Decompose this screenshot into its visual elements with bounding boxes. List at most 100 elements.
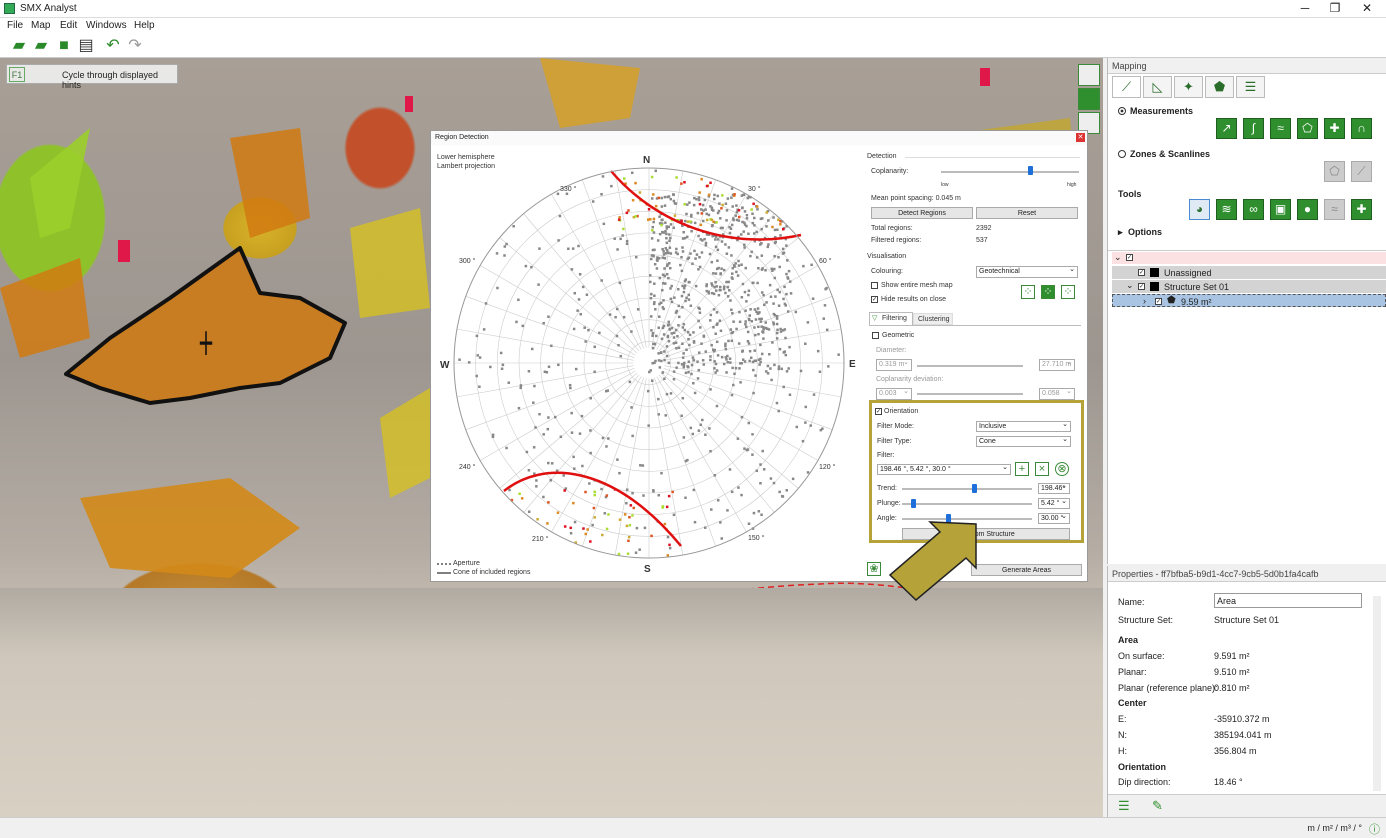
reset-button[interactable]: Reset [976, 207, 1078, 219]
trend-slider[interactable] [902, 488, 1032, 490]
pole-point [547, 416, 550, 419]
menu-windows[interactable]: Windows [86, 20, 127, 31]
add-tool-icon[interactable]: ✚ [1351, 199, 1372, 220]
tab-clustering[interactable]: Clustering [913, 313, 953, 325]
blocks-tool-icon[interactable]: ▣ [1270, 199, 1291, 220]
menu-edit[interactable]: Edit [60, 20, 77, 31]
scanline-tool-icon[interactable]: ⟋ [1351, 161, 1372, 182]
diameter-max-field[interactable]: 27.710 m [1039, 358, 1075, 371]
tab-measure-icon[interactable]: ⟋ [1112, 76, 1141, 98]
minimize-button[interactable]: ─ [1290, 1, 1320, 15]
maximize-button[interactable]: ❐ [1320, 1, 1350, 15]
diameter-slider[interactable] [917, 365, 1023, 367]
hide-results-checkbox[interactable]: ✓ [871, 296, 878, 303]
pole-point [750, 250, 753, 254]
view-mode-2-icon[interactable]: ⁘ [1041, 285, 1055, 299]
generate-areas-button[interactable]: Generate Areas [971, 564, 1082, 576]
shape-tool-icon[interactable]: ● [1297, 199, 1318, 220]
pole-point [573, 291, 577, 295]
open-folder-icon[interactable]: ▰ [32, 37, 50, 55]
pole-point [669, 287, 672, 290]
copdev-max-field[interactable]: 0.058 [1039, 387, 1075, 400]
area-tool-icon[interactable]: ⬠ [1297, 118, 1318, 139]
tab-settings-icon[interactable]: ☰ [1236, 76, 1265, 98]
angle-field[interactable]: 30.00 ° [1038, 512, 1070, 524]
tree-root-checkbox[interactable]: ✓ [1126, 254, 1133, 261]
close-button[interactable]: ✕ [1352, 1, 1382, 15]
name-field[interactable]: Area [1214, 593, 1362, 608]
print-icon[interactable]: ▤ [77, 37, 95, 55]
plunge-thumb[interactable] [911, 499, 916, 508]
hint-box[interactable]: F1 Cycle through displayed hints [6, 64, 178, 90]
region-tool-icon[interactable]: ◕ [1189, 199, 1210, 220]
coplanarity-slider[interactable] [941, 171, 1079, 173]
trace-tool-icon[interactable]: ≈ [1270, 118, 1291, 139]
redo-icon[interactable]: ↷ [126, 37, 144, 55]
area-item-chevron[interactable]: › [1143, 296, 1146, 306]
open-icon[interactable]: ▰ [10, 37, 28, 55]
trend-field[interactable]: 198.46° [1038, 482, 1070, 494]
filter-mode-select[interactable]: Inclusive [976, 420, 1071, 432]
menu-map[interactable]: Map [31, 20, 50, 31]
pole-point [557, 363, 560, 367]
properties-scrollbar[interactable] [1373, 596, 1381, 791]
points-tool-icon[interactable]: ✚ [1324, 118, 1345, 139]
menu-help[interactable]: Help [134, 20, 155, 31]
tab-angle-icon[interactable]: ◺ [1143, 76, 1172, 98]
menu-file[interactable]: File [7, 20, 23, 31]
remove-filter-icon[interactable]: × [1035, 462, 1049, 476]
clear-filters-icon[interactable]: ⊗ [1055, 462, 1069, 476]
list-view-icon[interactable]: ☰ [1118, 798, 1130, 814]
tree-structure-set[interactable]: ⌄ ✓ Structure Set 01 [1112, 280, 1386, 293]
add-filter-icon[interactable]: + [1015, 462, 1029, 476]
tree-area-item[interactable]: › ✓ ⬟ 9.59 m² [1112, 294, 1386, 307]
edit-icon[interactable]: ✎ [1152, 798, 1163, 814]
tree-root-chevron[interactable]: ⌄ [1114, 252, 1122, 263]
wave-tool-icon[interactable]: ≈ [1324, 199, 1345, 220]
tab-points-icon[interactable]: ✦ [1174, 76, 1203, 98]
structure-set-checkbox[interactable]: ✓ [1138, 283, 1145, 290]
tree-root[interactable]: ⌄ ✓ [1112, 252, 1386, 264]
filter-type-select[interactable]: Cone [976, 435, 1071, 447]
copdev-slider[interactable] [917, 393, 1023, 395]
geometric-checkbox[interactable] [872, 332, 879, 339]
view-mode-1-icon[interactable]: ⁘ [1021, 285, 1035, 299]
save-icon[interactable]: ■ [55, 37, 73, 55]
curve-tool-icon[interactable]: ∫ [1243, 118, 1264, 139]
view-mode-3-icon[interactable]: ⁘ [1061, 285, 1075, 299]
colouring-select[interactable]: Geotechnical [976, 265, 1078, 278]
plunge-slider[interactable] [902, 503, 1032, 505]
sets-tool-icon[interactable]: ≋ [1216, 199, 1237, 220]
tab-polygon-icon[interactable]: ⬟ [1205, 76, 1234, 98]
coplanarity-thumb[interactable] [1028, 166, 1033, 175]
unassigned-checkbox[interactable]: ✓ [1138, 269, 1145, 276]
detect-regions-button[interactable]: Detect Regions [871, 207, 973, 219]
tunnel-tool-icon[interactable]: ∩ [1351, 118, 1372, 139]
view-mesh-icon[interactable] [1078, 88, 1100, 110]
tab-clustering-label: Clustering [918, 316, 950, 323]
cluster-tool-icon[interactable]: ∞ [1243, 199, 1264, 220]
show-mesh-checkbox[interactable] [871, 282, 878, 289]
area-item-checkbox[interactable]: ✓ [1155, 298, 1162, 305]
camera-icon[interactable] [1078, 64, 1100, 86]
undo-icon[interactable]: ↶ [104, 37, 122, 55]
info-icon[interactable]: ⓘ [1369, 821, 1380, 837]
options-toggle[interactable]: ▸ [1118, 227, 1123, 238]
pole-point [693, 221, 697, 225]
filter-select[interactable]: 198.46 °, 5.42 °, 30.0 ° [877, 463, 1011, 475]
tab-filtering[interactable]: Filtering ▽ [869, 312, 913, 325]
plunge-field[interactable]: 5.42 ° [1038, 497, 1070, 509]
measurements-radio[interactable] [1118, 107, 1126, 115]
structure-set-chevron[interactable]: ⌄ [1126, 280, 1134, 291]
trend-thumb[interactable] [972, 484, 977, 493]
orientation-checkbox[interactable]: ✓ [875, 408, 882, 415]
zone-tool-icon[interactable]: ⬠ [1324, 161, 1345, 182]
zones-radio[interactable] [1118, 150, 1126, 158]
diameter-min-field[interactable]: 0.319 m [876, 358, 912, 371]
copdev-min-field[interactable]: 0.003 [876, 387, 912, 400]
line-tool-icon[interactable]: ↗ [1216, 118, 1237, 139]
help-icon[interactable]: ❀ [867, 562, 881, 576]
tree-unassigned[interactable]: ✓ Unassigned [1112, 266, 1386, 279]
pole-point [778, 347, 782, 351]
dialog-close-button[interactable]: ✕ [1076, 133, 1085, 142]
